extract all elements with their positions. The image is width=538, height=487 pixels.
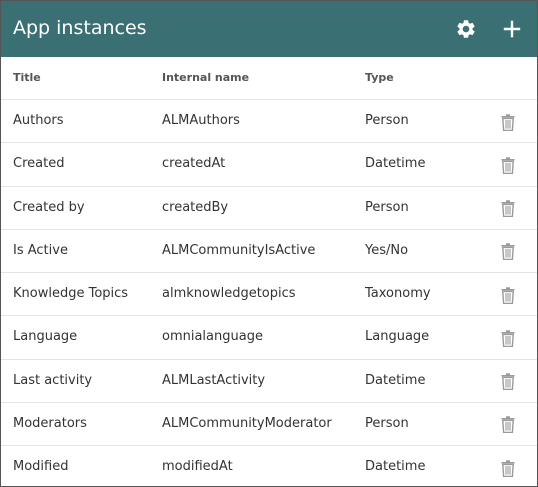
table-row[interactable]: Is Active ALMCommunityIsActive Yes/No xyxy=(1,230,537,273)
delete-button[interactable] xyxy=(498,458,518,478)
plus-icon xyxy=(503,20,521,38)
delete-button[interactable] xyxy=(498,328,518,348)
trash-icon xyxy=(501,157,515,174)
delete-button[interactable] xyxy=(498,372,518,392)
row-title: Is Active xyxy=(13,242,68,258)
row-internal-name: ALMAuthors xyxy=(162,113,240,128)
column-header-title[interactable]: Title xyxy=(13,71,41,84)
row-internal-name: almknowledgetopics xyxy=(162,286,296,301)
row-internal-name: omnialanguage xyxy=(162,329,263,345)
add-button[interactable] xyxy=(496,13,528,45)
row-type: Datetime xyxy=(365,156,426,172)
row-type: Datetime xyxy=(365,459,426,474)
table-row[interactable]: Authors ALMAuthors Person xyxy=(1,100,537,144)
row-type: Yes/No xyxy=(365,242,409,258)
trash-icon xyxy=(501,243,515,261)
row-internal-name: createdAt xyxy=(162,156,226,172)
row-title: Moderators xyxy=(13,415,87,431)
trash-icon xyxy=(501,459,515,477)
table-row[interactable]: Created createdAt Datetime xyxy=(1,143,537,187)
trash-icon xyxy=(501,373,515,390)
table-row[interactable]: Created by createdBy Person xyxy=(1,187,537,230)
table-row[interactable]: Modified modifiedAt Datetime xyxy=(1,446,537,486)
trash-icon xyxy=(501,330,515,347)
row-type: Datetime xyxy=(365,372,426,388)
table-row[interactable]: Moderators ALMCommunityModerator Person xyxy=(1,403,537,446)
delete-button[interactable] xyxy=(498,155,518,175)
row-title: Created by xyxy=(13,199,85,215)
gear-icon xyxy=(457,20,475,38)
app-instances-panel: App instances Title Internal name Type A… xyxy=(0,0,538,487)
trash-icon xyxy=(501,286,515,304)
table-header: Title Internal name Type xyxy=(1,57,537,100)
table-row[interactable]: Last activity ALMLastActivity Datetime xyxy=(1,360,537,403)
row-internal-name: ALMLastActivity xyxy=(162,372,266,388)
delete-button[interactable] xyxy=(498,242,518,262)
settings-button[interactable] xyxy=(450,13,482,45)
panel-header: App instances xyxy=(1,1,537,57)
row-internal-name: ALMCommunityIsActive xyxy=(162,242,316,258)
trash-icon xyxy=(501,416,515,434)
table-body: Authors ALMAuthors Person Created create… xyxy=(1,100,537,486)
row-type: Taxonomy xyxy=(365,286,431,301)
trash-icon xyxy=(501,200,515,217)
column-header-type[interactable]: Type xyxy=(365,71,394,84)
panel-title: App instances xyxy=(13,17,147,39)
row-type: Language xyxy=(365,329,430,345)
table-row[interactable]: Knowledge Topics almknowledgetopics Taxo… xyxy=(1,273,537,317)
row-internal-name: createdBy xyxy=(162,199,229,215)
row-internal-name: ALMCommunityModerator xyxy=(162,415,332,431)
delete-button[interactable] xyxy=(498,285,518,305)
row-type: Person xyxy=(365,113,409,128)
row-title: Last activity xyxy=(13,372,93,388)
delete-button[interactable] xyxy=(498,112,518,132)
row-internal-name: modifiedAt xyxy=(162,459,233,474)
row-title: Created xyxy=(13,156,65,172)
row-title: Language xyxy=(13,329,78,345)
row-type: Person xyxy=(365,199,409,215)
row-type: Person xyxy=(365,415,409,431)
column-header-internal-name[interactable]: Internal name xyxy=(162,71,249,84)
row-title: Authors xyxy=(13,113,64,128)
delete-button[interactable] xyxy=(498,199,518,219)
row-title: Knowledge Topics xyxy=(13,286,129,301)
trash-icon xyxy=(501,113,515,131)
table-row[interactable]: Language omnialanguage Language xyxy=(1,316,537,360)
delete-button[interactable] xyxy=(498,415,518,435)
row-title: Modified xyxy=(13,459,69,474)
